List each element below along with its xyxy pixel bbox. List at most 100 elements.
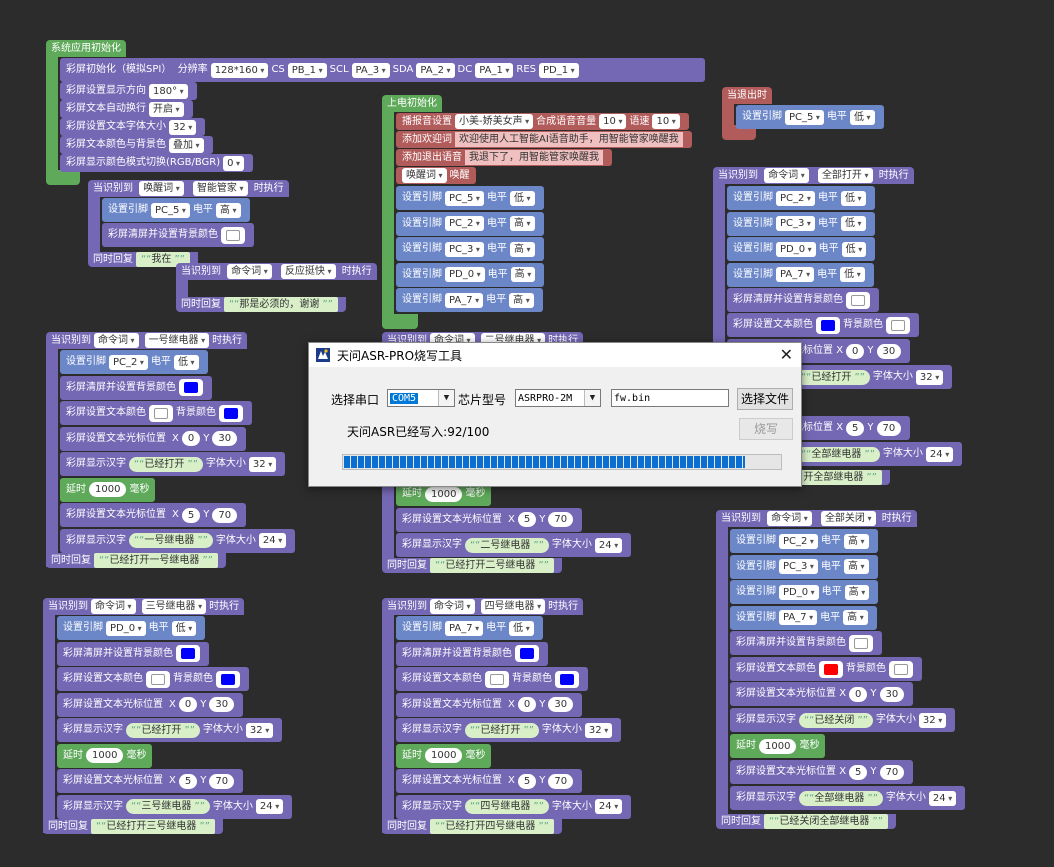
relay4-hat[interactable]: 当识别到命令词四号继电器时执行 xyxy=(382,598,584,615)
relay4-delay-stmt[interactable]: 延时 1000 毫秒 xyxy=(396,743,492,768)
relay3-delay-stmt[interactable]: 延时 1000 毫秒 xyxy=(57,743,153,768)
all-off-bg-color-swatch[interactable] xyxy=(889,660,913,678)
chip-chevron-down-icon[interactable]: ▼ xyxy=(584,390,600,406)
font-dropdown[interactable]: 32 xyxy=(169,119,197,135)
power-init-pin-row[interactable]: 设置引脚PC_2电平高 xyxy=(396,211,544,236)
relay2-reply-text[interactable]: 已经打开二号继电器 xyxy=(430,557,554,573)
relay3-pin-dropdown[interactable]: PD_0 xyxy=(106,620,146,636)
relay3-level-dropdown[interactable]: 低 xyxy=(171,620,197,636)
relay3-size2-dropdown[interactable]: 24 xyxy=(255,799,284,814)
relay1-x1-input[interactable]: 0 xyxy=(181,431,201,446)
wake-keyword-dropdown[interactable]: 唤醒词 xyxy=(139,181,184,196)
all-off-level-dropdown[interactable]: 高 xyxy=(844,584,870,600)
relay3-bg-color-swatch[interactable] xyxy=(216,670,240,688)
relay4-cursor2-stmt[interactable]: 彩屏设置文本光标位置 X 5 Y 70 xyxy=(396,769,583,793)
relay2-y2-input[interactable]: 70 xyxy=(548,512,574,527)
all-on-x1-input[interactable]: 0 xyxy=(846,343,865,359)
all-on-pin-dropdown[interactable]: PC_2 xyxy=(776,190,815,206)
exit-voice-text[interactable]: 我退下了，用智能管家唤醒我 xyxy=(465,150,603,165)
relay1-reply-text[interactable]: 已经打开一号继电器 xyxy=(94,553,218,568)
relay3-reply[interactable]: 同时回复已经打开三号继电器 xyxy=(43,819,223,834)
relay3-clear-stmt[interactable]: 彩屏清屏并设置背景颜色 xyxy=(57,641,209,666)
all-on-pin-dropdown[interactable]: PD_0 xyxy=(776,241,816,257)
wake-hat[interactable]: 当识别到 唤醒词 智能管家 时执行 xyxy=(88,180,289,197)
all-off-text-color-swatch[interactable] xyxy=(819,660,843,678)
all-on-y1-input[interactable]: 30 xyxy=(876,343,902,359)
all-on-pin-dropdown[interactable]: PC_3 xyxy=(776,216,815,231)
relay2-text2-input[interactable]: 二号继电器 xyxy=(465,537,549,553)
relay3-text1-input[interactable]: 已经打开 xyxy=(126,722,200,738)
relay4-cmd-dropdown[interactable]: 命令词 xyxy=(430,599,475,614)
power-init-pin-row[interactable]: 设置引脚PC_3电平高 xyxy=(396,237,544,261)
power-init-level-dropdown[interactable]: 低 xyxy=(509,190,535,206)
all-on-level-dropdown[interactable]: 低 xyxy=(840,216,866,231)
all-off-cmd-dropdown[interactable]: 命令词 xyxy=(767,511,812,526)
wake-word-dropdown[interactable]: 智能管家 xyxy=(192,181,248,196)
relay4-text-color-swatch[interactable] xyxy=(485,670,509,688)
all-on-clear-swatch[interactable] xyxy=(846,291,870,309)
relay1-hat[interactable]: 当识别到命令词一号继电器时执行 xyxy=(46,332,248,349)
relay3-cmd-dropdown[interactable]: 命令词 xyxy=(91,599,136,614)
relay1-size1-dropdown[interactable]: 32 xyxy=(248,456,277,472)
relay3-delay-input[interactable]: 1000 xyxy=(86,748,124,763)
all-off-x2-input[interactable]: 5 xyxy=(849,764,868,780)
all-off-cursor2-stmt[interactable]: 彩屏设置文本光标位置 X 5 Y 70 xyxy=(730,760,914,784)
react-hat[interactable]: 当识别到 命令词 反应挺快 时执行 xyxy=(176,263,377,280)
wake-pin-stmt[interactable]: 设置引脚 PC_5 电平 高 xyxy=(102,198,250,222)
relay4-text1-input[interactable]: 已经打开 xyxy=(465,722,539,738)
relay4-size1-dropdown[interactable]: 32 xyxy=(584,722,613,738)
all-off-delay-stmt[interactable]: 延时 1000 毫秒 xyxy=(730,734,826,758)
power-init-pin-dropdown[interactable]: PC_5 xyxy=(445,190,484,206)
relay1-text1-input[interactable]: 已经打开 xyxy=(129,456,203,472)
relay4-color-stmt[interactable]: 彩屏设置文本颜色 背景颜色 xyxy=(396,667,588,691)
exit-pin-dropdown[interactable]: PC_5 xyxy=(785,109,824,125)
relay1-cmd-dropdown[interactable]: 命令词 xyxy=(94,333,139,348)
all-on-text1-input[interactable]: 已经打开 xyxy=(796,369,870,385)
all-off-size1-dropdown[interactable]: 32 xyxy=(918,712,947,728)
all-on-word-dropdown[interactable]: 全部打开 xyxy=(817,168,873,183)
all-off-pin-dropdown[interactable]: PD_0 xyxy=(779,584,819,600)
relay4-text2-input[interactable]: 四号继电器 xyxy=(465,799,549,814)
relay3-y1-input[interactable]: 30 xyxy=(209,697,235,712)
all-on-color-stmt[interactable]: 彩屏设置文本颜色 背景颜色 xyxy=(727,313,919,337)
sda-dropdown[interactable]: PA_2 xyxy=(416,62,455,78)
scl-dropdown[interactable]: PA_3 xyxy=(351,62,390,78)
res-dropdown[interactable]: 128*160 xyxy=(210,62,269,78)
relay4-cursor1-stmt[interactable]: 彩屏设置文本光标位置 X 0 Y 30 xyxy=(396,692,583,717)
relay1-reply[interactable]: 同时回复已经打开一号继电器 xyxy=(46,553,226,568)
all-off-text2-input[interactable]: 全部继电器 xyxy=(799,790,883,806)
rst-dropdown[interactable]: PD_1 xyxy=(539,62,579,78)
relay1-clear-swatch[interactable] xyxy=(179,379,203,396)
relay1-word-dropdown[interactable]: 一号继电器 xyxy=(144,333,210,348)
all-on-pin-row[interactable]: 设置引脚PA_7电平低 xyxy=(727,262,874,287)
relay1-delay-input[interactable]: 1000 xyxy=(89,482,127,497)
all-off-level-dropdown[interactable]: 高 xyxy=(843,610,868,625)
all-off-clear-swatch[interactable] xyxy=(849,634,873,652)
broadcast-dropdown[interactable]: 小美-娇美女声 xyxy=(455,114,534,129)
all-on-text-color-swatch[interactable] xyxy=(816,316,840,334)
relay1-bg-color-swatch[interactable] xyxy=(219,404,243,422)
all-off-y1-input[interactable]: 30 xyxy=(879,686,905,702)
all-off-level-dropdown[interactable]: 高 xyxy=(843,533,869,549)
all-off-hat[interactable]: 当识别到 命令词 全部关闭 时执行 xyxy=(716,510,917,527)
relay1-pin-dropdown[interactable]: PC_2 xyxy=(109,354,148,370)
all-off-pin-dropdown[interactable]: PC_3 xyxy=(779,559,818,574)
power-init-pin-dropdown[interactable]: PC_3 xyxy=(445,241,484,257)
all-on-x2-input[interactable]: 5 xyxy=(846,420,865,436)
wake-word-stmt[interactable]: 唤醒词 唤醒 xyxy=(396,167,476,184)
port-select[interactable]: COM5 ▼ xyxy=(387,389,455,407)
relay1-pin-stmt[interactable]: 设置引脚PC_2电平低 xyxy=(60,350,208,374)
wake-pin-dropdown[interactable]: PC_5 xyxy=(151,202,190,218)
all-off-level-dropdown[interactable]: 高 xyxy=(843,559,869,574)
all-on-size1-dropdown[interactable]: 32 xyxy=(915,369,944,385)
power-init-level-dropdown[interactable]: 高 xyxy=(510,267,536,282)
all-on-level-dropdown[interactable]: 低 xyxy=(841,241,867,257)
power-init-level-dropdown[interactable]: 高 xyxy=(509,292,534,308)
all-off-reply-text[interactable]: 已经关闭全部继电器 xyxy=(764,814,888,829)
relay4-size2-dropdown[interactable]: 24 xyxy=(594,799,623,814)
select-file-button[interactable]: 选择文件 xyxy=(737,388,793,410)
speed-dropdown[interactable]: 10 xyxy=(652,114,680,129)
all-on-size2-dropdown[interactable]: 24 xyxy=(925,446,954,462)
burn-tool-dialog[interactable]: 天问ASR-PRO烧写工具 ✕ 选择串口 COM5 ▼ 芯片型号 ASRPRO-… xyxy=(308,342,802,487)
all-off-x1-input[interactable]: 0 xyxy=(849,686,868,702)
